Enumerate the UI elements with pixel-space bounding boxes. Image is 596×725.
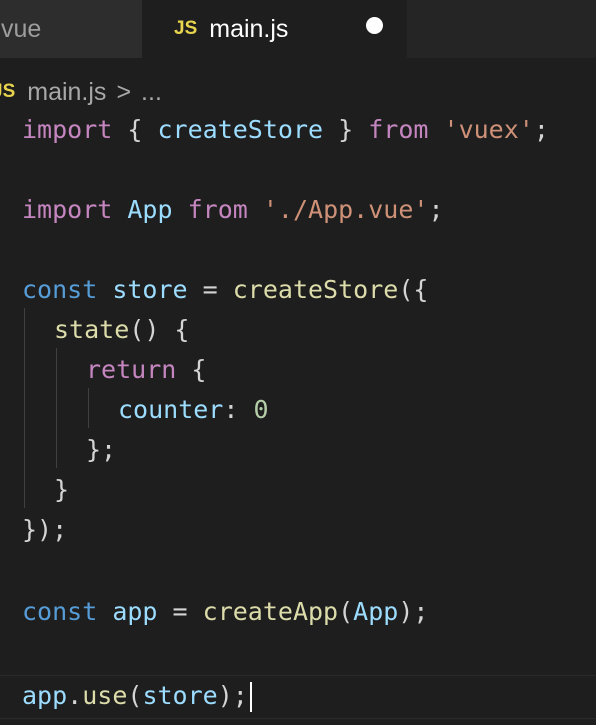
code-line-5: return { [86, 355, 207, 384]
unsaved-changes-dot-icon[interactable] [366, 17, 383, 34]
code-line-10: const app = createApp(App); [22, 597, 429, 626]
code-line-8: } [54, 475, 70, 504]
text-cursor [249, 682, 252, 712]
tab-main-js[interactable]: JS main.js [142, 0, 407, 58]
code-line-4: state() { [54, 315, 190, 344]
tab-app-vue[interactable]: .vue [0, 0, 142, 58]
editor-tab-bar: .vue JS main.js [0, 0, 596, 58]
javascript-file-icon: JS [174, 18, 198, 39]
code-line-9: }); [22, 515, 68, 544]
indent-guide [56, 348, 57, 468]
code-line-3: const store = createStore({ [22, 275, 429, 304]
chevron-right-icon: > [116, 77, 132, 106]
tab-label: .vue [0, 14, 42, 43]
code-line-2: import App from './App.vue'; [22, 195, 444, 224]
code-line-11: app.use(store); [22, 676, 252, 716]
code-line-6: counter: 0 [118, 395, 269, 424]
tab-label: main.js [209, 14, 289, 43]
indent-guide [24, 308, 25, 508]
code-line-7: }; [86, 435, 117, 464]
breadcrumb-more[interactable]: ... [141, 78, 162, 107]
javascript-file-icon: JS [0, 81, 16, 102]
breadcrumb: JS main.js > ... [0, 72, 162, 112]
indent-guide [88, 388, 89, 428]
code-line-1: import { createStore } from 'vuex'; [22, 115, 549, 144]
breadcrumb-file[interactable]: main.js [27, 78, 106, 107]
code-editor[interactable]: import { createStore } from 'vuex'; impo… [0, 110, 596, 725]
